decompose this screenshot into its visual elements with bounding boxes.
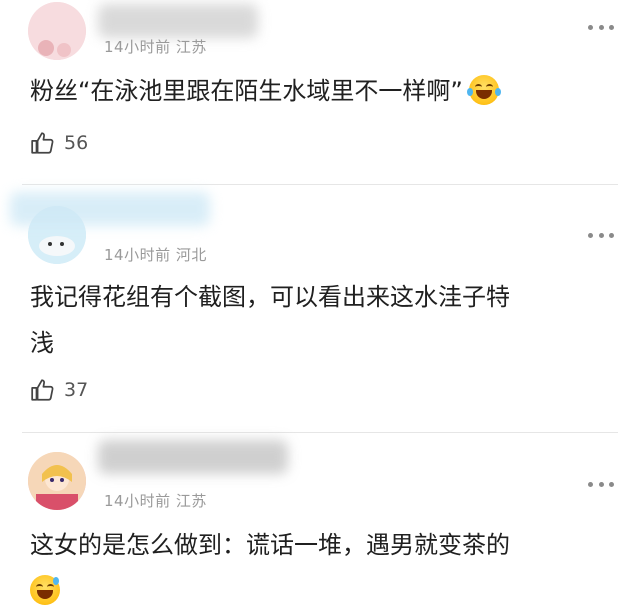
username-blurred [10, 192, 210, 226]
thumbs-up-icon [31, 132, 54, 154]
more-icon[interactable] [588, 479, 614, 489]
like-button[interactable]: 56 [30, 128, 88, 158]
comment-text-line-2: 浅 [30, 329, 54, 357]
like-count: 56 [64, 132, 89, 154]
like-button[interactable]: 37 [30, 375, 88, 405]
thumbs-up-icon [31, 379, 54, 401]
username-blurred [98, 440, 288, 474]
comment-meta: 14小时前 江苏 [104, 492, 207, 510]
like-count: 37 [64, 379, 89, 401]
comment-meta: 14小时前 河北 [104, 246, 207, 264]
avatar[interactable] [28, 452, 86, 510]
avatar-image [28, 452, 86, 510]
username-blurred [98, 4, 258, 38]
comment-text: 我记得花组有个截图，可以看出来这水洼子特 浅 [30, 274, 610, 366]
comment-text-line-1: 我记得花组有个截图，可以看出来这水洼子特 [30, 283, 510, 311]
divider [22, 432, 618, 433]
avatar[interactable] [28, 2, 86, 60]
laughing-tears-emoji [466, 75, 501, 105]
comment-text: 这女的是怎么做到：谎话一堆，遇男就变茶的 [30, 522, 610, 614]
comment-text-content: 粉丝“在泳池里跟在陌生水域里不一样啊” [30, 77, 463, 105]
sweat-smile-emoji [30, 575, 60, 605]
more-icon[interactable] [588, 230, 614, 240]
comment-meta: 14小时前 江苏 [104, 38, 207, 56]
comment-text-content: 这女的是怎么做到：谎话一堆，遇男就变茶的 [30, 531, 510, 559]
comment-text: 粉丝“在泳池里跟在陌生水域里不一样啊” [30, 68, 610, 114]
divider [22, 184, 618, 185]
avatar-image [28, 2, 86, 60]
more-icon[interactable] [588, 22, 614, 32]
